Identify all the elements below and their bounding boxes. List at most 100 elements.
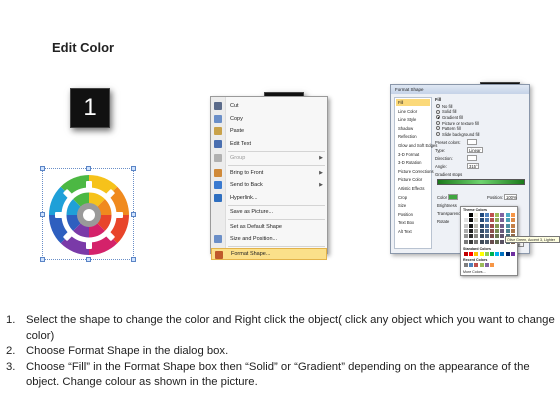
theme-color-swatch[interactable] <box>500 223 505 228</box>
standard-color-swatch[interactable] <box>490 252 494 256</box>
standard-color-swatch[interactable] <box>510 252 515 256</box>
type-dropdown[interactable]: Linear <box>467 147 483 153</box>
standard-color-swatch[interactable] <box>464 252 468 256</box>
color-picker-button[interactable] <box>448 194 458 200</box>
resize-handle[interactable] <box>131 166 136 171</box>
resize-handle[interactable] <box>40 212 45 217</box>
resize-handle[interactable] <box>40 257 45 262</box>
nav-item-line-color[interactable]: Line Color <box>396 108 430 115</box>
theme-color-swatch[interactable] <box>484 218 489 223</box>
menu-item-cut[interactable]: Cut <box>211 100 327 112</box>
nav-item-position[interactable]: Position <box>396 211 430 218</box>
theme-color-swatch[interactable] <box>500 213 505 217</box>
theme-color-swatch[interactable] <box>505 228 510 233</box>
theme-color-swatch[interactable] <box>495 228 500 233</box>
radio-gradient-fill[interactable] <box>436 115 440 120</box>
menu-item-send-to-back[interactable]: Send to Back ▶ <box>211 179 327 191</box>
gradient-stops-bar[interactable] <box>437 179 525 185</box>
nav-item-artistic-effects[interactable]: Artistic Effects <box>396 185 430 192</box>
angle-input[interactable]: 315° <box>467 163 479 169</box>
theme-color-swatch[interactable] <box>510 223 515 228</box>
resize-handle[interactable] <box>131 257 136 262</box>
theme-color-swatch[interactable] <box>484 239 489 244</box>
theme-color-swatch[interactable] <box>490 223 494 228</box>
theme-color-swatch[interactable] <box>490 218 494 223</box>
menu-item-set-as-default-shape[interactable]: Set as Default Shape <box>211 221 327 233</box>
theme-color-swatch[interactable] <box>484 228 489 233</box>
menu-item-copy[interactable]: Copy <box>211 113 327 125</box>
theme-color-swatch[interactable] <box>505 213 510 217</box>
theme-color-swatch[interactable] <box>500 234 505 239</box>
standard-color-swatch[interactable] <box>469 252 474 256</box>
nav-item-fill[interactable]: Fill <box>396 99 430 106</box>
theme-color-swatch[interactable] <box>474 223 479 228</box>
nav-item-3-d-rotation[interactable]: 3-D Rotation <box>396 159 430 166</box>
nav-item-reflection[interactable]: Reflection <box>396 133 430 140</box>
nav-item-3-d-format[interactable]: 3-D Format <box>396 151 430 158</box>
recent-color-swatch[interactable] <box>464 263 468 267</box>
theme-color-swatch[interactable] <box>490 239 494 244</box>
recent-color-swatch[interactable] <box>490 263 494 267</box>
theme-color-swatch[interactable] <box>505 223 510 228</box>
theme-color-swatch[interactable] <box>510 213 515 217</box>
position-input[interactable]: 100% <box>504 194 517 200</box>
theme-color-swatch[interactable] <box>464 218 468 223</box>
standard-color-swatch[interactable] <box>505 252 510 256</box>
nav-item-text-box[interactable]: Text Box <box>396 219 430 226</box>
theme-color-swatch[interactable] <box>479 218 484 223</box>
recent-color-swatch[interactable] <box>479 263 484 267</box>
theme-color-swatch[interactable] <box>495 234 500 239</box>
theme-color-swatch[interactable] <box>505 218 510 223</box>
resize-handle[interactable] <box>131 212 136 217</box>
theme-color-swatch[interactable] <box>474 239 479 244</box>
theme-color-swatch[interactable] <box>479 228 484 233</box>
theme-color-swatch[interactable] <box>469 213 474 217</box>
theme-color-swatch[interactable] <box>474 228 479 233</box>
radio-pattern-fill[interactable] <box>436 126 440 131</box>
theme-color-swatch[interactable] <box>500 218 505 223</box>
standard-color-swatch[interactable] <box>474 252 479 256</box>
nav-item-shadow[interactable]: Shadow <box>396 125 430 132</box>
menu-item-save-as-picture[interactable]: Save as Picture... <box>211 206 327 218</box>
theme-color-swatch[interactable] <box>495 213 500 217</box>
theme-color-swatch[interactable] <box>484 213 489 217</box>
theme-color-swatch[interactable] <box>484 234 489 239</box>
nav-item-crop[interactable]: Crop <box>396 194 430 201</box>
theme-color-swatch[interactable] <box>464 228 468 233</box>
theme-color-swatch[interactable] <box>490 213 494 217</box>
theme-color-swatch[interactable] <box>479 213 484 217</box>
theme-color-swatch[interactable] <box>469 228 474 233</box>
nav-item-alt-text[interactable]: Alt Text <box>396 228 430 235</box>
preset-colors-dropdown[interactable] <box>467 139 477 145</box>
theme-color-swatch[interactable] <box>474 218 479 223</box>
radio-picture-or-texture-fill[interactable] <box>436 120 440 125</box>
selected-puzzle-wheel-shape[interactable] <box>40 166 136 262</box>
nav-item-size[interactable]: Size <box>396 202 430 209</box>
theme-color-swatch[interactable] <box>464 234 468 239</box>
direction-dropdown[interactable] <box>467 155 477 161</box>
menu-item-size-and-position[interactable]: Size and Position... <box>211 233 327 245</box>
theme-color-swatch[interactable] <box>469 218 474 223</box>
more-colors-link[interactable]: More Colors... <box>463 270 486 274</box>
theme-color-swatch[interactable] <box>464 213 468 217</box>
radio-slide-background-fill[interactable] <box>436 132 440 136</box>
theme-color-swatch[interactable] <box>474 234 479 239</box>
recent-color-swatch[interactable] <box>484 263 489 267</box>
resize-handle[interactable] <box>86 166 91 171</box>
menu-item-paste[interactable]: Paste <box>211 125 327 137</box>
standard-color-swatch[interactable] <box>479 252 484 256</box>
standard-color-swatch[interactable] <box>484 252 489 256</box>
theme-color-swatch[interactable] <box>474 213 479 217</box>
menu-item-group[interactable]: Group ▶ <box>211 152 327 164</box>
menu-item-format-shape[interactable]: Format Shape... <box>211 247 327 260</box>
menu-item-bring-to-front[interactable]: Bring to Front ▶ <box>211 167 327 179</box>
menu-item-hyperlink[interactable]: Hyperlink... <box>211 192 327 204</box>
theme-color-swatch[interactable] <box>464 223 468 228</box>
theme-color-swatch[interactable] <box>500 239 505 244</box>
radio-no-fill[interactable] <box>436 104 440 108</box>
resize-handle[interactable] <box>40 166 45 171</box>
theme-color-swatch[interactable] <box>490 228 494 233</box>
theme-color-swatch[interactable] <box>484 223 489 228</box>
nav-item-picture-corrections[interactable]: Picture Corrections <box>396 168 434 175</box>
nav-item-picture-color[interactable]: Picture Color <box>396 176 430 183</box>
